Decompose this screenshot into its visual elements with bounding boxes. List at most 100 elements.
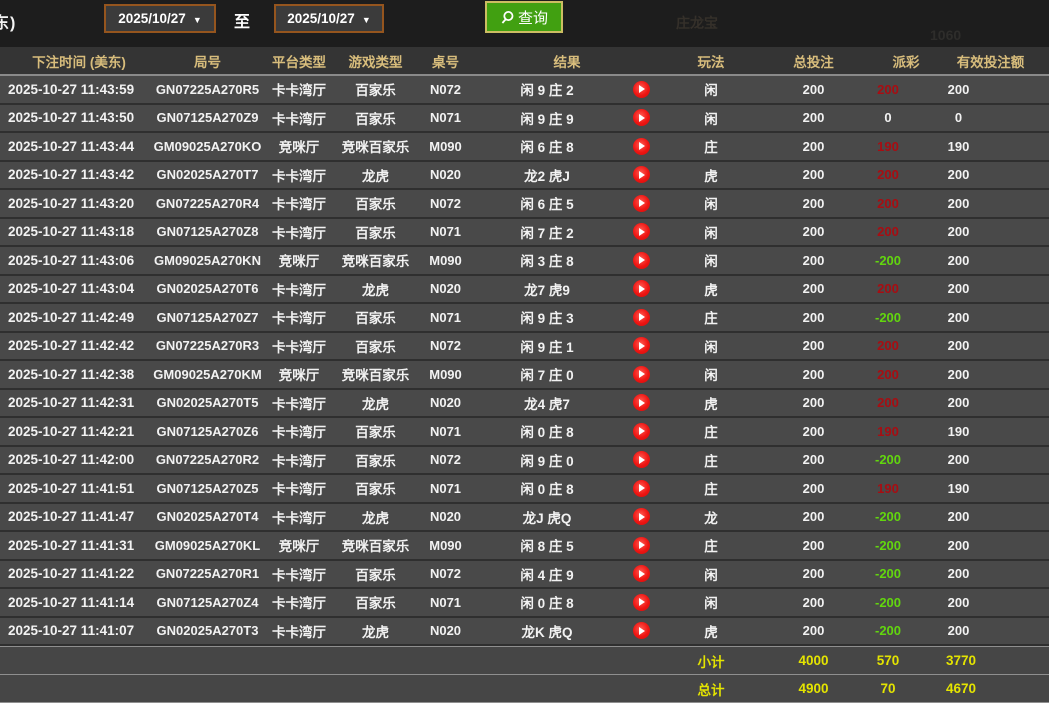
result-cell: 龙7 虎9 xyxy=(524,282,570,298)
bet-side-cell: 庄 xyxy=(704,453,718,469)
play-video-icon[interactable] xyxy=(632,536,650,554)
valid-bet-cell: 200 xyxy=(947,366,970,382)
col-header-table: 桌号 xyxy=(432,54,459,70)
total-bet-cell: 200 xyxy=(802,480,825,496)
valid-bet-cell: 200 xyxy=(947,81,970,97)
play-video-icon[interactable] xyxy=(632,223,650,241)
platform-cell: 卡卡湾厅 xyxy=(272,83,326,99)
table-number-cell: M090 xyxy=(429,252,462,268)
game-type-cell: 百家乐 xyxy=(355,225,396,241)
table-row: 2025-10-27 11:42:21 GN07125A270Z6 卡卡湾厅 百家乐 N… xyxy=(0,418,1049,447)
table-header-row: 下注时间 (美东) 局号 平台类型 游戏类型 桌号 结果 玩法 总投注 派彩 有效投注额 xyxy=(0,47,1049,76)
round-id-cell: GN07125A270Z8 xyxy=(156,224,259,240)
date-from-select[interactable]: 2025/10/27 ▼ xyxy=(104,4,216,33)
date-to-select[interactable]: 2025/10/27 ▼ xyxy=(274,4,384,33)
total-bet-cell: 200 xyxy=(802,81,825,97)
col-header-bet: 玩法 xyxy=(697,54,725,70)
play-video-icon[interactable] xyxy=(632,80,650,98)
play-video-icon[interactable] xyxy=(632,308,650,326)
platform-cell: 卡卡湾厅 xyxy=(272,339,326,355)
play-video-icon[interactable] xyxy=(632,365,650,383)
replay-cell xyxy=(621,565,661,583)
replay-cell xyxy=(621,337,661,355)
table-number-cell: N020 xyxy=(429,167,462,183)
col-header-payout: 派彩 xyxy=(892,54,920,70)
play-video-icon[interactable] xyxy=(632,109,650,127)
payout-cell: 190 xyxy=(877,423,899,439)
table-row: 2025-10-27 11:43:44 GM09025A270KO 竞咪厅 竞咪百家乐… xyxy=(0,133,1049,162)
play-triangle xyxy=(639,626,645,635)
valid-bet-cell: 200 xyxy=(947,281,970,297)
game-type-cell: 百家乐 xyxy=(355,453,396,469)
platform-cell: 卡卡湾厅 xyxy=(272,282,326,298)
play-video-icon[interactable] xyxy=(632,622,650,640)
table-row: 2025-10-27 11:42:42 GN07225A270R3 卡卡湾厅 百家乐 N… xyxy=(0,332,1049,361)
replay-cell xyxy=(621,508,661,526)
query-button[interactable]: 查询 xyxy=(485,1,563,33)
result-cell: 闲 0 庄 8 xyxy=(520,482,574,498)
bet-side-cell: 虎 xyxy=(704,168,718,184)
bet-side-cell: 闲 xyxy=(704,197,718,213)
platform-cell: 卡卡湾厅 xyxy=(272,567,326,583)
payout-cell: 200 xyxy=(877,224,899,240)
query-button-label: 查询 xyxy=(517,9,548,27)
table-number-cell: M090 xyxy=(429,537,462,553)
bet-side-cell: 庄 xyxy=(704,482,718,498)
background-ghost-text: 庄龙宝 xyxy=(676,15,718,31)
valid-bet-cell: 190 xyxy=(947,423,970,439)
play-video-icon[interactable] xyxy=(632,479,650,497)
play-video-icon[interactable] xyxy=(632,565,650,583)
replay-cell xyxy=(621,223,661,241)
platform-cell: 卡卡湾厅 xyxy=(272,396,326,412)
play-video-icon[interactable] xyxy=(632,280,650,298)
game-type-cell: 龙虎 xyxy=(362,624,389,640)
play-video-icon[interactable] xyxy=(632,137,650,155)
platform-cell: 竞咪厅 xyxy=(278,539,320,555)
total-bet-cell: 200 xyxy=(802,338,825,354)
payout-cell: 190 xyxy=(877,480,899,496)
round-id-cell: GN07125A270Z5 xyxy=(156,480,259,496)
valid-bet-cell: 200 xyxy=(947,395,970,411)
col-header-game: 游戏类型 xyxy=(348,54,403,70)
round-id-cell: GN07125A270Z9 xyxy=(156,110,259,126)
play-video-icon[interactable] xyxy=(632,451,650,469)
replay-cell xyxy=(621,422,661,440)
valid-bet-cell: 200 xyxy=(947,623,970,639)
result-cell: 闲 9 庄 3 xyxy=(520,311,574,327)
payout-cell: 200 xyxy=(877,81,899,97)
valid-bet-cell: 200 xyxy=(947,594,970,610)
play-video-icon[interactable] xyxy=(632,166,650,184)
bet-time-cell: 2025-10-27 11:41:07 xyxy=(8,623,135,639)
platform-cell: 卡卡湾厅 xyxy=(272,197,326,213)
play-triangle xyxy=(639,398,645,407)
date-to-value: 2025/10/27 xyxy=(287,11,355,26)
play-video-icon[interactable] xyxy=(632,508,650,526)
result-cell: 闲 0 庄 8 xyxy=(520,596,574,612)
play-video-icon[interactable] xyxy=(632,337,650,355)
valid-bet-cell: 200 xyxy=(947,309,970,325)
replay-cell xyxy=(621,194,661,212)
valid-bet-cell: 200 xyxy=(947,537,970,553)
payout-cell: -200 xyxy=(874,623,902,639)
table-row: 2025-10-27 11:43:59 GN07225A270R5 卡卡湾厅 百家乐 N… xyxy=(0,76,1049,105)
play-video-icon[interactable] xyxy=(632,194,650,212)
play-video-icon[interactable] xyxy=(632,251,650,269)
table-row: 2025-10-27 11:43:50 GN07125A270Z9 卡卡湾厅 百家乐 N… xyxy=(0,104,1049,133)
play-video-icon[interactable] xyxy=(632,422,650,440)
play-video-icon[interactable] xyxy=(632,593,650,611)
table-row: 2025-10-27 11:43:42 GN02025A270T7 卡卡湾厅 龙虎 N0… xyxy=(0,161,1049,190)
bet-time-cell: 2025-10-27 11:42:00 xyxy=(8,452,135,468)
play-triangle xyxy=(639,227,645,236)
round-id-cell: GM09025A270KL xyxy=(154,537,261,553)
payout-cell: -200 xyxy=(874,509,902,525)
col-header-time: 下注时间 (美东) xyxy=(32,54,126,70)
table-number-cell: N071 xyxy=(429,423,462,439)
game-type-cell: 百家乐 xyxy=(355,567,396,583)
platform-cell: 卡卡湾厅 xyxy=(272,624,326,640)
play-triangle xyxy=(639,256,645,265)
bet-side-cell: 庄 xyxy=(704,140,718,156)
table-row: 2025-10-27 11:41:31 GM09025A270KL 竞咪厅 竞咪百家乐… xyxy=(0,532,1049,561)
bet-time-cell: 2025-10-27 11:41:51 xyxy=(8,480,135,496)
play-video-icon[interactable] xyxy=(632,394,650,412)
game-type-cell: 百家乐 xyxy=(355,482,396,498)
